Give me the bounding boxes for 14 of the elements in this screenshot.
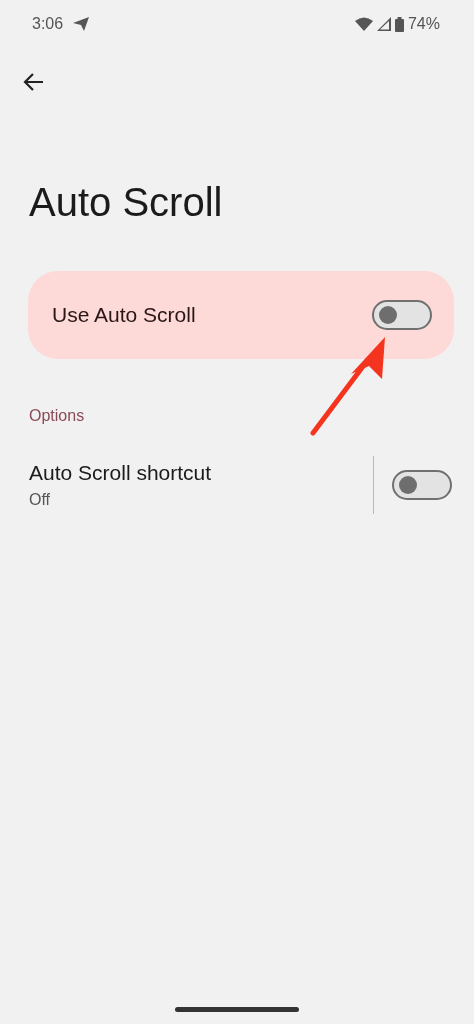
wifi-icon	[354, 17, 373, 31]
main-switch-card[interactable]: Use Auto Scroll	[28, 271, 454, 359]
page-title: Auto Scroll	[29, 180, 224, 225]
toggle-switch[interactable]	[372, 300, 432, 330]
battery-percentage: 74%	[407, 15, 440, 33]
setting-title[interactable]: Auto Scroll shortcut	[29, 461, 373, 485]
signal-icon	[376, 17, 391, 31]
setting-summary: Off	[29, 491, 52, 509]
clock-time: 3:06	[32, 15, 64, 33]
battery-icon	[394, 16, 404, 32]
section-header: Options	[29, 407, 86, 425]
paper-plane-icon	[73, 17, 90, 31]
switch-label: Use Auto Scroll	[52, 303, 197, 327]
toggle-switch[interactable]	[392, 470, 452, 500]
